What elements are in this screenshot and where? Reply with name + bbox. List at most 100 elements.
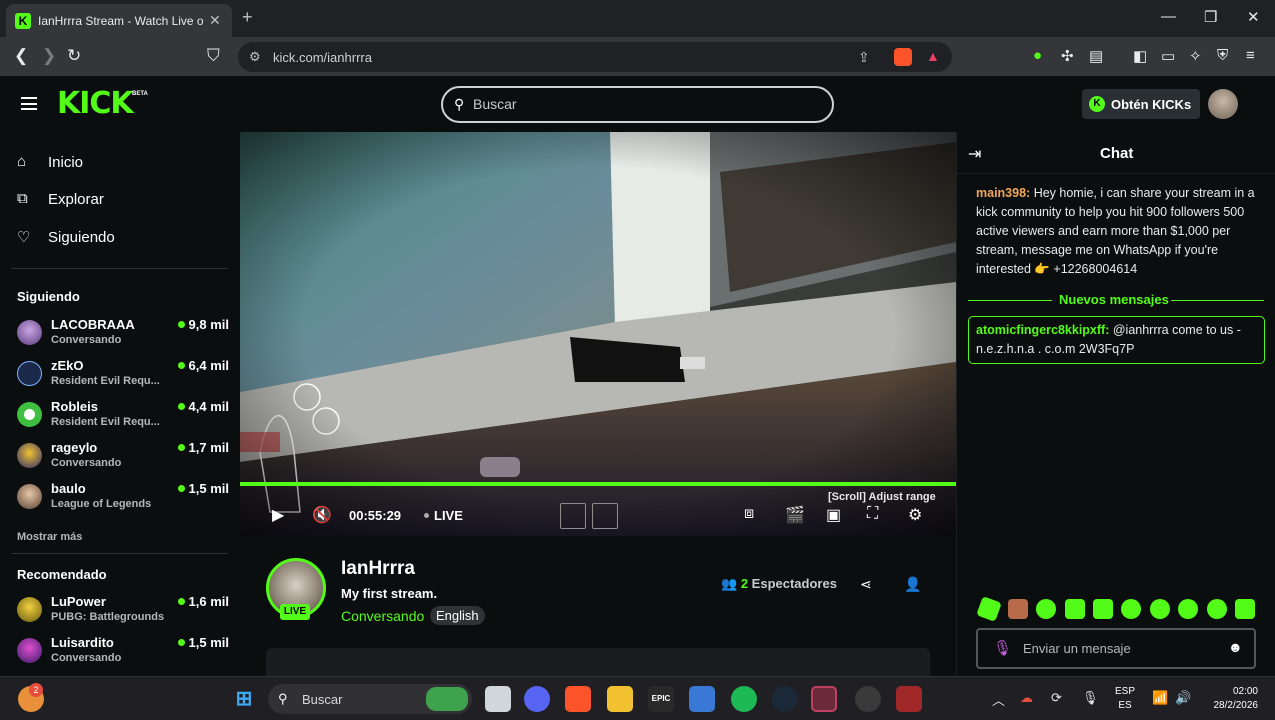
microsoft-store-icon[interactable] xyxy=(689,686,715,712)
discord-icon[interactable] xyxy=(524,686,550,712)
progress-bar[interactable] xyxy=(240,482,956,486)
fullscreen-icon[interactable]: ⛶ xyxy=(867,505,878,523)
follow-user-icon[interactable]: 👤 xyxy=(904,576,921,593)
reload-button[interactable]: ↻ xyxy=(67,46,81,66)
puzzle-icon[interactable]: ✣ xyxy=(1061,47,1074,65)
spotify-icon[interactable] xyxy=(731,686,757,712)
search-bar[interactable]: ⚲ xyxy=(441,86,834,123)
brave-browser-icon[interactable] xyxy=(565,686,591,712)
stream-time: 00:55:29 xyxy=(349,508,402,523)
avatar xyxy=(17,361,42,386)
volume-icon[interactable]: 🔊 xyxy=(1175,690,1191,706)
chat-username[interactable]: main398: xyxy=(976,186,1030,200)
back-button[interactable]: ❮ xyxy=(14,46,28,66)
emote-icon[interactable] xyxy=(1235,599,1255,619)
overlay-box[interactable] xyxy=(592,503,618,529)
hamburger-menu-icon[interactable] xyxy=(21,97,37,110)
language-tag[interactable]: English xyxy=(430,606,485,625)
tab-close-icon[interactable]: ✕ xyxy=(209,12,221,29)
emote-icon[interactable] xyxy=(1065,599,1085,619)
bookmark-icon[interactable]: ⛉ xyxy=(207,46,220,66)
sidebar-divider xyxy=(11,268,228,269)
chat-title: Chat xyxy=(1100,145,1134,162)
share-icon[interactable]: ⋖ xyxy=(860,576,872,593)
microphone-icon[interactable]: 🎙 xyxy=(1082,690,1099,706)
steam-active-icon[interactable] xyxy=(811,686,837,712)
app-icon[interactable] xyxy=(855,686,881,712)
theater-mode-icon[interactable]: ▣ xyxy=(826,505,841,525)
chat-username[interactable]: atomicfingerc8kkipxff: xyxy=(976,323,1109,337)
following-channel[interactable]: Robleis Resident Evil Requ... 4,4 mil xyxy=(17,398,229,434)
forward-button[interactable]: ❯ xyxy=(42,46,56,66)
following-channel[interactable]: LACOBRAAA Conversando 9,8 mil xyxy=(17,316,229,352)
following-channel[interactable]: baulo League of Legends 1,5 mil xyxy=(17,480,229,516)
miniplayer-icon[interactable]: ⧈ xyxy=(744,505,754,523)
emote-icon[interactable] xyxy=(976,596,1002,622)
leo-ai-icon[interactable]: ✧ xyxy=(1189,47,1202,65)
show-more-link[interactable]: Mostrar más xyxy=(17,531,82,543)
chat-input[interactable] xyxy=(1023,641,1223,656)
mute-icon[interactable]: 🔇 xyxy=(312,505,332,525)
clip-icon[interactable]: 🎬 xyxy=(785,505,805,525)
tray-app-icon[interactable]: ☁ xyxy=(1020,690,1033,706)
emote-icon[interactable] xyxy=(1093,599,1113,619)
recommended-channel[interactable]: LuPower PUBG: Battlegrounds 1,6 mil xyxy=(17,593,229,629)
wifi-icon[interactable]: 📶 xyxy=(1152,690,1168,706)
user-avatar[interactable] xyxy=(1208,89,1238,119)
taskbar-search[interactable]: ⚲ Buscar xyxy=(268,684,472,714)
reader-mode-icon[interactable]: ▤ xyxy=(1089,47,1103,65)
brave-rewards-icon[interactable]: ▲ xyxy=(926,48,940,64)
browser-tab[interactable]: K IanHrrra Stream - Watch Live on ✕ xyxy=(6,4,232,37)
play-icon[interactable]: ▶ xyxy=(272,505,284,525)
avatar xyxy=(17,638,42,663)
emoji-picker-icon[interactable]: ☻ xyxy=(1228,639,1243,655)
chat-input-box[interactable]: 🎙 ☻ xyxy=(976,628,1256,669)
input-language[interactable]: ESP ES xyxy=(1115,685,1135,713)
clock[interactable]: 02:00 28/2/2026 xyxy=(1204,685,1259,713)
microphone-icon[interactable]: 🎙 xyxy=(993,639,1012,657)
emote-bar xyxy=(976,596,1267,622)
settings-gear-icon[interactable]: ⚙ xyxy=(908,505,922,525)
vpn-icon[interactable]: ⛨ xyxy=(1217,47,1228,64)
windows-start-icon[interactable]: ⊞ xyxy=(231,686,257,712)
get-kicks-button[interactable]: K Obtén KICKs xyxy=(1082,89,1200,119)
collapse-chat-icon[interactable]: ⇥ xyxy=(968,144,981,164)
emote-icon[interactable] xyxy=(1178,599,1198,619)
overlay-box[interactable] xyxy=(560,503,586,529)
streamer-name[interactable]: IanHrrra xyxy=(341,558,415,580)
emote-icon[interactable] xyxy=(1008,599,1028,619)
site-settings-icon[interactable]: ⚙ xyxy=(249,49,261,65)
file-explorer-icon[interactable] xyxy=(607,686,633,712)
restore-icon[interactable]: ❐ xyxy=(1204,8,1217,26)
emote-icon[interactable] xyxy=(1150,599,1170,619)
address-bar[interactable]: ⚙ kick.com/ianhrrra ⇪ ▲ xyxy=(238,42,952,72)
url-text: kick.com/ianhrrra xyxy=(273,50,372,65)
epic-games-icon[interactable]: EPIC xyxy=(648,686,674,712)
following-channel[interactable]: zEkO Resident Evil Requ... 6,4 mil xyxy=(17,357,229,393)
game-icon[interactable] xyxy=(896,686,922,712)
minimize-icon[interactable]: — xyxy=(1161,8,1176,25)
wallet-icon[interactable]: ▭ xyxy=(1161,47,1175,65)
recommended-channel[interactable]: Luisardito Conversando 1,5 mil xyxy=(17,634,229,670)
new-tab-button[interactable]: + xyxy=(242,7,253,28)
kick-logo[interactable]: KICK xyxy=(57,86,134,121)
brave-shield-icon[interactable] xyxy=(894,48,912,66)
show-hidden-icons[interactable]: ︿ xyxy=(992,690,1005,709)
search-input[interactable] xyxy=(473,96,813,112)
stream-category[interactable]: Conversando xyxy=(341,608,424,624)
share-page-icon[interactable]: ⇪ xyxy=(858,49,870,66)
video-player[interactable]: [Scroll] Adjust range ▶ 🔇 00:55:29 LIVE … xyxy=(240,132,956,536)
steam-icon[interactable] xyxy=(772,686,798,712)
menu-icon[interactable]: ≡ xyxy=(1246,47,1255,64)
extension-icon[interactable]: ● xyxy=(1033,47,1042,64)
live-indicator[interactable]: LIVE xyxy=(424,508,463,523)
following-channel[interactable]: rageylo Conversando 1,7 mil xyxy=(17,439,229,475)
live-dot-icon xyxy=(177,403,185,410)
emote-icon[interactable] xyxy=(1121,599,1141,619)
sidebar-toggle-icon[interactable]: ◧ xyxy=(1133,47,1147,65)
sync-icon[interactable]: ⟳ xyxy=(1051,690,1062,706)
window-close-icon[interactable]: ✕ xyxy=(1247,8,1260,26)
emote-icon[interactable] xyxy=(1036,599,1056,619)
task-view-icon[interactable] xyxy=(485,686,511,712)
emote-icon[interactable] xyxy=(1207,599,1227,619)
